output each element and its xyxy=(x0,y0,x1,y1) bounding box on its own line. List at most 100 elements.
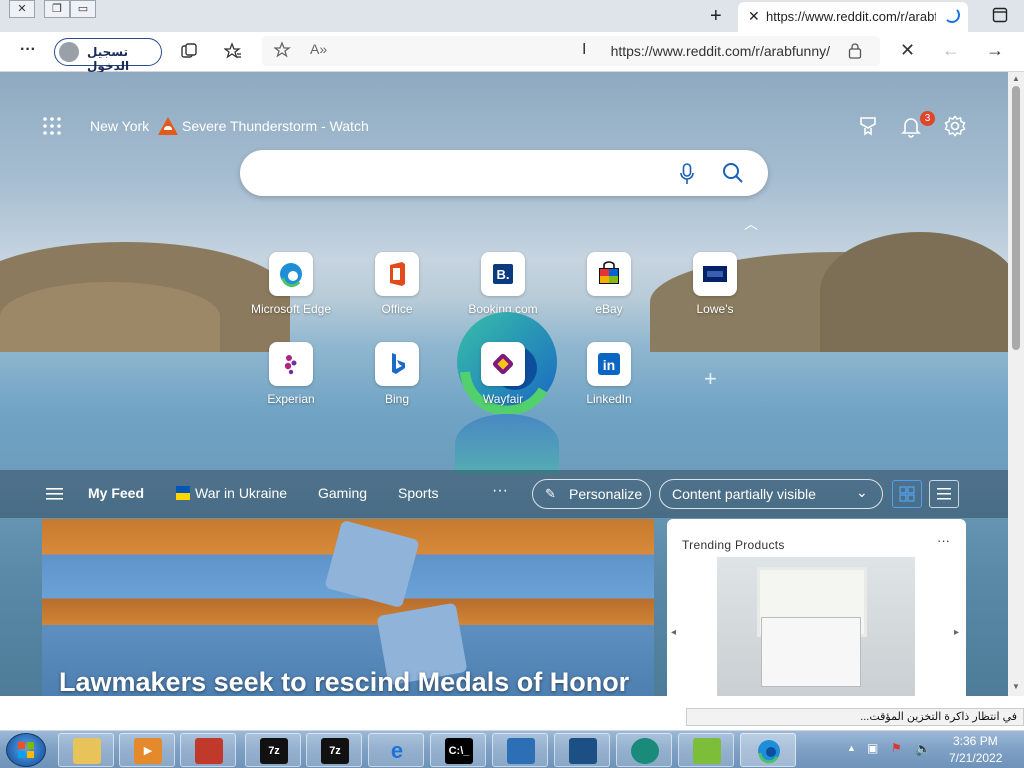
tab-actions-icon[interactable] xyxy=(992,7,1008,28)
signin-button[interactable]: تسجيل الدخول xyxy=(54,38,162,73)
taskbar-explorer[interactable] xyxy=(58,733,114,767)
card-more-options-icon[interactable]: ··· xyxy=(937,533,950,548)
tab-my-feed[interactable]: My Feed xyxy=(88,485,144,501)
product-image[interactable] xyxy=(717,557,915,696)
status-message: في انتظار ذاكرة التخزين المؤقت... xyxy=(686,708,1024,726)
taskbar-cmd[interactable]: C:\_ xyxy=(430,733,486,767)
taskbar-network[interactable] xyxy=(492,733,548,767)
notepad-icon xyxy=(693,738,721,764)
quick-link-bing[interactable]: Bing xyxy=(347,342,447,406)
collections-icon[interactable] xyxy=(180,42,198,65)
scroll-up-icon[interactable]: ▲ xyxy=(1012,74,1020,83)
rewards-icon[interactable] xyxy=(858,116,878,141)
quick-link-office[interactable]: Office xyxy=(347,252,447,316)
volume-icon[interactable]: 🔈 xyxy=(915,741,931,757)
search-icon[interactable] xyxy=(722,162,744,189)
quick-link-ebay[interactable]: eBay xyxy=(559,252,659,316)
quick-link-linkedin[interactable]: in LinkedIn xyxy=(559,342,659,406)
back-arrow-icon[interactable]: ← xyxy=(942,40,960,61)
clock-time[interactable]: 3:36 PM xyxy=(953,734,998,748)
stop-loading-icon[interactable]: ✕ xyxy=(900,40,915,61)
add-shortcut-icon[interactable]: + xyxy=(704,366,717,392)
7zip-icon: 7z xyxy=(260,738,288,764)
media-player-icon: ▶ xyxy=(134,738,162,764)
taskbar-7zip[interactable]: 7z xyxy=(245,733,301,767)
tab-sports[interactable]: Sports xyxy=(398,485,438,501)
quick-link-experian[interactable]: Experian xyxy=(241,342,341,406)
taskbar-media-player[interactable]: ▶ xyxy=(119,733,175,767)
text-cursor-icon: I xyxy=(582,41,587,58)
apps-grid-icon[interactable] xyxy=(42,116,62,141)
forward-arrow-icon[interactable]: → xyxy=(986,40,1004,61)
add-favorite-icon[interactable] xyxy=(273,41,292,64)
weather-label[interactable]: Severe Thunderstorm - Watch xyxy=(182,118,369,134)
notification-badge: 3 xyxy=(920,111,935,126)
address-url: https://www.reddit.com/r/arabfunny/ xyxy=(610,43,830,59)
7zip-icon: 7z xyxy=(321,738,349,764)
experian-icon xyxy=(269,342,313,386)
network-tray-icon[interactable]: ▣ xyxy=(867,741,878,755)
settings-more-button[interactable]: ··· xyxy=(20,41,36,59)
quick-link-microsoft-edge[interactable]: Microsoft Edge xyxy=(241,252,341,316)
page-settings-gear-icon[interactable] xyxy=(944,115,966,142)
microsoft-edge-icon xyxy=(269,252,313,296)
cmd-icon: C:\_ xyxy=(445,738,473,764)
location-label[interactable]: New York xyxy=(90,118,149,134)
trending-products-card[interactable]: Trending Products ··· ◂ ▸ xyxy=(667,519,966,696)
weather-alert-icon[interactable] xyxy=(157,116,179,136)
carousel-next-icon[interactable]: ▸ xyxy=(954,627,959,638)
taskbar-installer[interactable] xyxy=(554,733,610,767)
collapse-chevron-icon[interactable]: ︿ xyxy=(744,214,758,234)
scroll-down-icon[interactable]: ▼ xyxy=(1012,682,1020,691)
browser-tab[interactable]: ✕ https://www.reddit.com/r/arabfu xyxy=(738,2,968,32)
clock-date[interactable]: 7/21/2022 xyxy=(949,751,1002,765)
address-bar[interactable]: A» I https://www.reddit.com/r/arabfunny/ xyxy=(262,36,880,66)
grid-layout-button[interactable] xyxy=(892,480,922,508)
web-search-box[interactable] xyxy=(240,150,768,196)
app-icon xyxy=(631,738,659,764)
hill-left-front xyxy=(0,282,220,352)
quick-link-booking[interactable]: B. Booking.com xyxy=(453,252,553,316)
voice-search-mic-icon[interactable] xyxy=(680,163,694,190)
taskbar-notepad[interactable] xyxy=(678,733,734,767)
more-feed-tabs-icon[interactable]: ··· xyxy=(492,482,508,500)
taskbar-edge[interactable] xyxy=(740,733,796,767)
restore-window-button[interactable]: ❐ xyxy=(44,0,70,18)
taskbar-7zip[interactable]: 7z xyxy=(306,733,362,767)
tab-gaming[interactable]: Gaming xyxy=(318,485,367,501)
page-scrollbar[interactable]: ▲ ▼ xyxy=(1008,72,1024,696)
start-button[interactable] xyxy=(6,733,46,767)
action-center-icon[interactable]: ⚑ xyxy=(891,741,902,755)
minimize-window-button[interactable]: ▭ xyxy=(70,0,96,18)
quick-link-wayfair[interactable]: Wayfair xyxy=(453,342,553,406)
quick-link-label: LinkedIn xyxy=(586,392,632,406)
close-window-button[interactable]: ✕ xyxy=(9,0,35,18)
tab-close-icon[interactable]: ✕ xyxy=(748,8,760,25)
lock-icon[interactable] xyxy=(848,42,862,59)
quick-link-lowes[interactable]: Lowe's xyxy=(665,252,765,316)
feed-menu-icon[interactable] xyxy=(46,487,64,506)
personalize-button[interactable]: ✎ Personalize xyxy=(532,479,651,509)
tab-war-in-ukraine[interactable]: War in Ukraine xyxy=(195,485,287,501)
new-tab-page: New York Severe Thunderstorm - Watch 3 ︿… xyxy=(0,72,1008,696)
new-tab-button[interactable]: + xyxy=(710,5,722,28)
taskbar-internet-explorer[interactable]: e xyxy=(368,733,424,767)
quick-link-label: Bing xyxy=(384,392,410,406)
notifications-bell-icon[interactable] xyxy=(901,116,921,143)
show-hidden-icons-icon[interactable]: ▲ xyxy=(847,743,856,753)
quick-link-label: Office xyxy=(381,302,413,316)
hero-headline[interactable]: Lawmakers seek to rescind Medals of Hono… xyxy=(59,667,629,696)
loading-spinner-icon xyxy=(944,7,960,23)
taskbar-app[interactable] xyxy=(616,733,672,767)
quick-link-label: Wayfair xyxy=(482,392,524,406)
scrollbar-thumb[interactable] xyxy=(1012,86,1020,350)
carousel-prev-icon[interactable]: ◂ xyxy=(671,627,676,638)
list-layout-button[interactable] xyxy=(929,480,959,508)
taskbar-parallels[interactable] xyxy=(180,733,236,767)
lowes-icon xyxy=(693,252,737,296)
hero-news-card[interactable]: Lawmakers seek to rescind Medals of Hono… xyxy=(42,519,654,696)
favorites-icon[interactable] xyxy=(223,42,242,65)
installer-icon xyxy=(569,738,597,764)
read-aloud-icon[interactable]: A» xyxy=(310,41,327,57)
content-visibility-dropdown[interactable]: Content partially visible ⌄ xyxy=(659,479,883,509)
